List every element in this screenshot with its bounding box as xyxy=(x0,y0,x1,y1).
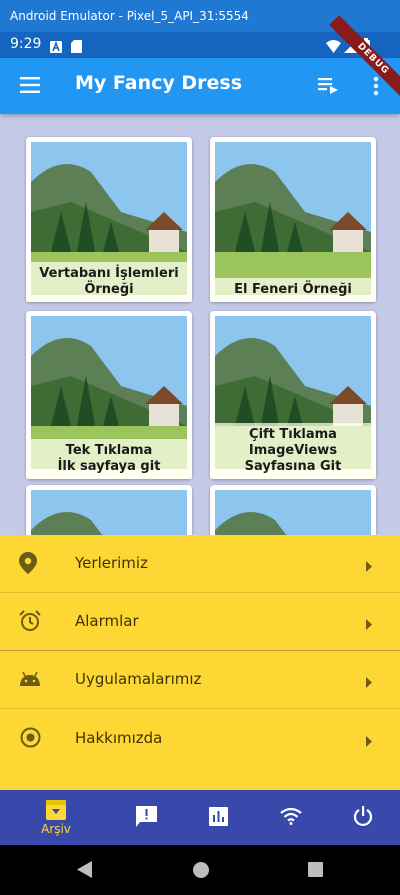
app-title: My Fancy Dress xyxy=(75,72,243,94)
card-label: El Feneri Örneği xyxy=(210,278,376,302)
playlist-play-icon[interactable] xyxy=(318,78,338,98)
card-double-tap[interactable]: Çift Tıklama ImageViews Sayfasına Git xyxy=(210,311,376,479)
status-time: 9:29 xyxy=(10,36,42,52)
emulator-title: Android Emulator - Pixel_5_API_31:5554 xyxy=(10,9,249,23)
menu-icon[interactable] xyxy=(20,77,40,97)
chevron-right-icon xyxy=(366,673,372,692)
divider xyxy=(0,708,400,709)
card-single-tap[interactable]: Tek Tıklama İlk sayfaya git xyxy=(26,311,192,479)
feedback-icon xyxy=(136,806,157,831)
location-pin-icon xyxy=(19,552,37,578)
menu-item-hakkimizda[interactable]: Hakkımızda xyxy=(0,710,400,768)
android-icon xyxy=(19,671,41,690)
nav-item-archive[interactable]: Arşiv xyxy=(25,790,87,845)
chevron-right-icon xyxy=(366,732,372,751)
landscape-image xyxy=(215,142,371,295)
power-icon xyxy=(353,806,373,831)
card-flashlight[interactable]: El Feneri Örneği xyxy=(210,137,376,302)
back-icon[interactable] xyxy=(77,861,92,882)
menu-item-yerlerimiz[interactable]: Yerlerimiz xyxy=(0,535,400,593)
nav-item-feedback[interactable] xyxy=(126,790,166,845)
nav-item-wifi[interactable] xyxy=(271,790,311,845)
recents-icon[interactable] xyxy=(308,862,323,881)
system-navigation-bar xyxy=(0,845,400,895)
chevron-right-icon xyxy=(366,557,372,576)
sd-card-icon xyxy=(71,38,82,57)
menu-item-label: Alarmlar xyxy=(75,612,139,630)
radio-button-icon xyxy=(20,727,41,752)
card-database[interactable]: Vertabanı İşlemleri Örneği xyxy=(26,137,192,302)
card-label: Tek Tıklama İlk sayfaya git xyxy=(26,439,192,479)
app-bar: My Fancy Dress xyxy=(0,58,400,114)
emulator-window: Android Emulator - Pixel_5_API_31:5554 9… xyxy=(0,0,400,895)
nav-item-label: Arşiv xyxy=(41,822,71,836)
card-label: Çift Tıklama ImageViews Sayfasına Git xyxy=(210,423,376,479)
bottom-sheet-menu: Yerlerimiz Alarmlar Uygulamalarımız Hakk… xyxy=(0,535,400,790)
menu-item-label: Uygulamalarımız xyxy=(75,670,202,688)
bottom-navigation: Arşiv xyxy=(0,790,400,845)
menu-item-uygulamalarimiz[interactable]: Uygulamalarımız xyxy=(0,651,400,709)
archive-icon xyxy=(46,800,66,824)
home-icon[interactable] xyxy=(193,862,209,882)
wifi-status-icon xyxy=(326,38,341,57)
alarm-icon xyxy=(19,610,41,636)
more-vert-icon[interactable] xyxy=(373,76,379,100)
notification-a-icon xyxy=(50,38,62,57)
chevron-right-icon xyxy=(366,615,372,634)
nav-item-stats[interactable] xyxy=(199,790,239,845)
bar-chart-icon xyxy=(209,807,228,830)
nav-item-power[interactable] xyxy=(343,790,383,845)
menu-item-label: Yerlerimiz xyxy=(75,554,148,572)
menu-item-label: Hakkımızda xyxy=(75,729,163,747)
menu-item-alarmlar[interactable]: Alarmlar xyxy=(0,593,400,651)
card-label: Vertabanı İşlemleri Örneği xyxy=(26,262,192,302)
wifi-icon xyxy=(280,807,302,829)
